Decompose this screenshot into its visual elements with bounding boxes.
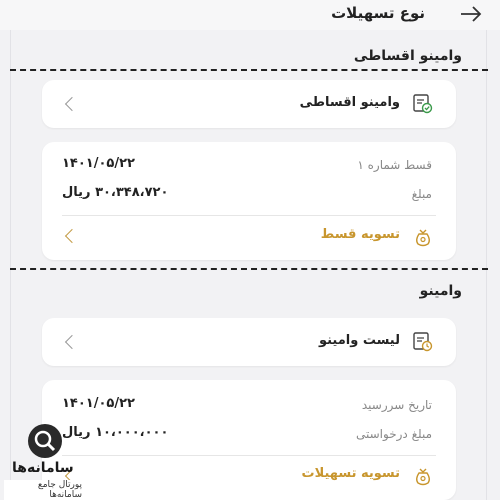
settle-installment-label: تسویه قسط: [320, 227, 400, 242]
amount-label: مبلغ: [411, 187, 432, 201]
chevron-left-icon: [64, 96, 80, 112]
divider: [62, 215, 436, 216]
due-date: ۱۴۰۱/۰۵/۲۲: [62, 396, 135, 411]
page-title: نوع تسهیلات: [331, 4, 425, 22]
installment-date: ۱۴۰۱/۰۵/۲۲: [62, 156, 135, 171]
installment-loan-label: وامینو اقساطی: [299, 95, 400, 110]
due-date-label: تاریخ سررسید: [361, 398, 432, 412]
section-title-loan: وامینو: [419, 283, 462, 299]
loan-list-label: لیست وامینو: [318, 333, 400, 348]
logo-emblem-icon: [28, 424, 62, 458]
money-bag-icon: [412, 226, 434, 248]
dashed-separator-top: [10, 69, 488, 71]
divider: [62, 455, 436, 456]
installment-number-label: قسط شماره ۱: [357, 158, 432, 172]
chevron-left-icon: [64, 334, 80, 350]
watermark-name: سامانه‌ها: [12, 460, 74, 476]
installment-loan-item[interactable]: وامینو اقساطی: [42, 80, 456, 128]
loan-list-icon: [412, 331, 434, 353]
settle-loan-label: تسویه تسهیلات: [301, 466, 400, 481]
dashed-separator-bottom: [10, 268, 488, 270]
watermark-subtitle: پورتال جامع سامانه‌ها: [4, 480, 84, 500]
installment-loan-icon: [412, 93, 434, 115]
loan-detail-card: تاریخ سررسید ۱۴۰۱/۰۵/۲۲ مبلغ درخواستی ۱۰…: [42, 380, 456, 500]
header-bar: [0, 0, 500, 30]
chevron-left-icon: [64, 228, 80, 244]
requested-amount-label: مبلغ درخواستی: [356, 427, 432, 441]
loan-list-item[interactable]: لیست وامینو: [42, 318, 456, 366]
money-bag-icon: [412, 465, 434, 487]
watermark-logo: سامانه‌ها پورتال جامع سامانه‌ها: [2, 422, 84, 500]
installment-amount: ۳۰،۳۴۸،۷۲۰ ریال: [62, 185, 169, 200]
back-arrow-icon[interactable]: [459, 2, 483, 31]
section-title-installment: وامینو اقساطی: [353, 48, 462, 64]
installment-detail-card: قسط شماره ۱ ۱۴۰۱/۰۵/۲۲ مبلغ ۳۰،۳۴۸،۷۲۰ ر…: [42, 142, 456, 260]
